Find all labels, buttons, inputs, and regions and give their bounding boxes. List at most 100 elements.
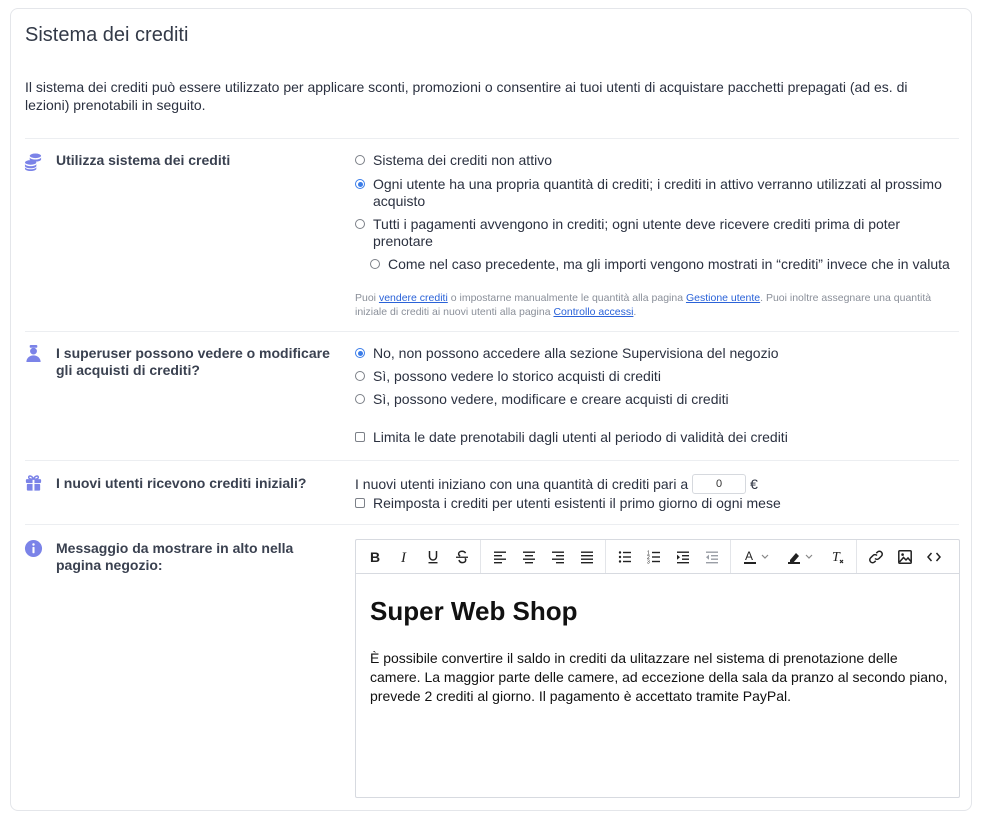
limit-dates-checkbox[interactable] bbox=[355, 432, 365, 442]
initial-credits-input[interactable] bbox=[692, 474, 747, 494]
align-justify-button[interactable] bbox=[572, 544, 601, 570]
access-control-link[interactable]: Controllo accessi bbox=[553, 306, 633, 318]
toolbar-group-format: B I bbox=[356, 540, 481, 573]
reset-credits-checkbox-row[interactable]: Reimposta i crediti per utenti esistenti… bbox=[355, 495, 955, 512]
limit-dates-checkbox-row[interactable]: Limita le date prenotabili dagli utenti … bbox=[355, 429, 955, 446]
clear-format-button[interactable]: T bbox=[823, 544, 852, 570]
credit-help-note: Puoi vendere crediti o impostarne manual… bbox=[355, 291, 955, 319]
radio-button[interactable] bbox=[355, 394, 365, 404]
clear-format-icon: T bbox=[832, 550, 843, 565]
sell-credits-link[interactable]: vendere crediti bbox=[379, 292, 448, 304]
italic-button[interactable]: I bbox=[389, 544, 418, 570]
bold-icon: B bbox=[370, 549, 380, 565]
gift-icon bbox=[24, 473, 43, 492]
checkbox-label: Limita le date prenotabili dagli utenti … bbox=[373, 429, 788, 445]
initial-credits-row: I nuovi utenti iniziano con una quantità… bbox=[355, 474, 955, 494]
align-left-icon bbox=[493, 551, 506, 563]
numbered-list-icon: 123 bbox=[647, 550, 660, 565]
text-color-button[interactable]: A bbox=[735, 544, 779, 570]
code-icon bbox=[926, 552, 941, 561]
toolbar-group-insert bbox=[857, 540, 952, 573]
radio-button[interactable] bbox=[355, 179, 365, 189]
outdent-icon bbox=[705, 551, 718, 563]
radio-label: Sistema dei crediti non attivo bbox=[373, 152, 552, 168]
highlight-color-button[interactable] bbox=[779, 544, 823, 570]
divider bbox=[25, 460, 959, 461]
link-icon bbox=[868, 550, 883, 563]
bold-button[interactable]: B bbox=[360, 544, 389, 570]
radio-button[interactable] bbox=[355, 155, 365, 165]
coins-icon bbox=[24, 152, 43, 171]
underline-button[interactable] bbox=[418, 544, 447, 570]
checkbox-label: Reimposta i crediti per utenti esistenti… bbox=[373, 495, 781, 511]
radio-credit-per-user[interactable]: Ogni utente ha una propria quantità di c… bbox=[355, 176, 955, 210]
image-icon bbox=[897, 549, 912, 564]
code-button[interactable] bbox=[919, 544, 948, 570]
align-left-button[interactable] bbox=[485, 544, 514, 570]
radio-credit-inactive[interactable]: Sistema dei crediti non attivo bbox=[355, 152, 955, 169]
note-text: o impostarne manualmente le quantità all… bbox=[447, 292, 686, 304]
message-heading: Super Web Shop bbox=[370, 596, 578, 626]
link-button[interactable] bbox=[861, 544, 890, 570]
user-icon bbox=[24, 344, 43, 363]
note-text: Puoi bbox=[355, 292, 379, 304]
numbered-list-button[interactable]: 123 bbox=[639, 544, 668, 570]
svg-text:I: I bbox=[400, 550, 407, 565]
align-right-icon bbox=[551, 551, 564, 563]
align-right-button[interactable] bbox=[543, 544, 572, 570]
strikethrough-icon bbox=[455, 550, 468, 563]
divider bbox=[25, 524, 959, 525]
italic-icon: I bbox=[400, 550, 407, 565]
divider bbox=[25, 138, 959, 139]
radio-label: No, non possono accedere alla sezione Su… bbox=[373, 345, 779, 361]
toolbar-group-lists: 123 bbox=[606, 540, 731, 573]
editor-content[interactable]: Super Web Shop È possibile convertire il… bbox=[370, 596, 950, 706]
radio-superuser-no-access[interactable]: No, non possono accedere alla sezione Su… bbox=[355, 345, 955, 362]
strikethrough-button[interactable] bbox=[447, 544, 476, 570]
credit-system-label: Utilizza sistema dei crediti bbox=[56, 152, 231, 168]
info-icon bbox=[24, 539, 43, 558]
align-justify-icon bbox=[580, 551, 593, 563]
divider bbox=[25, 331, 959, 332]
indent-icon bbox=[676, 551, 689, 563]
rich-text-editor[interactable]: B I 1 2 3 A T Super Web Shop È possibile… bbox=[355, 539, 960, 798]
image-button[interactable] bbox=[890, 544, 919, 570]
align-center-button[interactable] bbox=[514, 544, 543, 570]
radio-button[interactable] bbox=[370, 259, 380, 269]
radio-credit-display[interactable]: Come nel caso precedente, ma gli importi… bbox=[370, 256, 960, 273]
intro-text: Il sistema dei crediti può essere utiliz… bbox=[25, 79, 908, 113]
message-label: Messaggio da mostrare in alto nella pagi… bbox=[56, 540, 294, 573]
note-text: . bbox=[633, 306, 637, 318]
radio-label: Sì, possono vedere lo storico acquisti d… bbox=[373, 368, 661, 384]
page-title: Sistema dei crediti bbox=[25, 24, 189, 46]
radio-button[interactable] bbox=[355, 371, 365, 381]
radio-label: Sì, possono vedere, modificare e creare … bbox=[373, 391, 729, 407]
text-color-icon: A bbox=[744, 549, 769, 564]
toolbar-group-align bbox=[481, 540, 606, 573]
credit-settings-card: Sistema dei crediti Il sistema dei credi… bbox=[10, 8, 972, 811]
radio-label: Come nel caso precedente, ma gli importi… bbox=[388, 256, 950, 272]
superuser-label: I superuser possono vedere o modificare … bbox=[56, 345, 330, 378]
align-center-icon bbox=[522, 551, 535, 563]
radio-superuser-edit[interactable]: Sì, possono vedere, modificare e creare … bbox=[355, 391, 955, 408]
radio-button[interactable] bbox=[355, 219, 365, 229]
radio-credit-only[interactable]: Tutti i pagamenti avvengono in crediti; … bbox=[355, 216, 955, 250]
svg-text:T: T bbox=[832, 550, 841, 565]
radio-label: Tutti i pagamenti avvengono in crediti; … bbox=[373, 216, 901, 249]
svg-text:B: B bbox=[370, 549, 380, 565]
svg-text:3: 3 bbox=[647, 559, 650, 565]
radio-button[interactable] bbox=[355, 348, 365, 358]
message-body: È possibile convertire il saldo in credi… bbox=[370, 650, 948, 704]
user-management-link[interactable]: Gestione utente bbox=[686, 292, 760, 304]
currency-symbol: € bbox=[750, 475, 758, 492]
bullet-list-icon bbox=[618, 550, 631, 563]
bullet-list-button[interactable] bbox=[610, 544, 639, 570]
editor-toolbar: B I 1 2 3 A T bbox=[356, 540, 959, 574]
underline-icon bbox=[428, 550, 437, 563]
reset-credits-checkbox[interactable] bbox=[355, 498, 365, 508]
outdent-button[interactable] bbox=[697, 544, 726, 570]
svg-text:A: A bbox=[745, 549, 753, 563]
initial-credits-text: I nuovi utenti iniziano con una quantità… bbox=[355, 475, 689, 492]
radio-superuser-view[interactable]: Sì, possono vedere lo storico acquisti d… bbox=[355, 368, 955, 385]
indent-button[interactable] bbox=[668, 544, 697, 570]
